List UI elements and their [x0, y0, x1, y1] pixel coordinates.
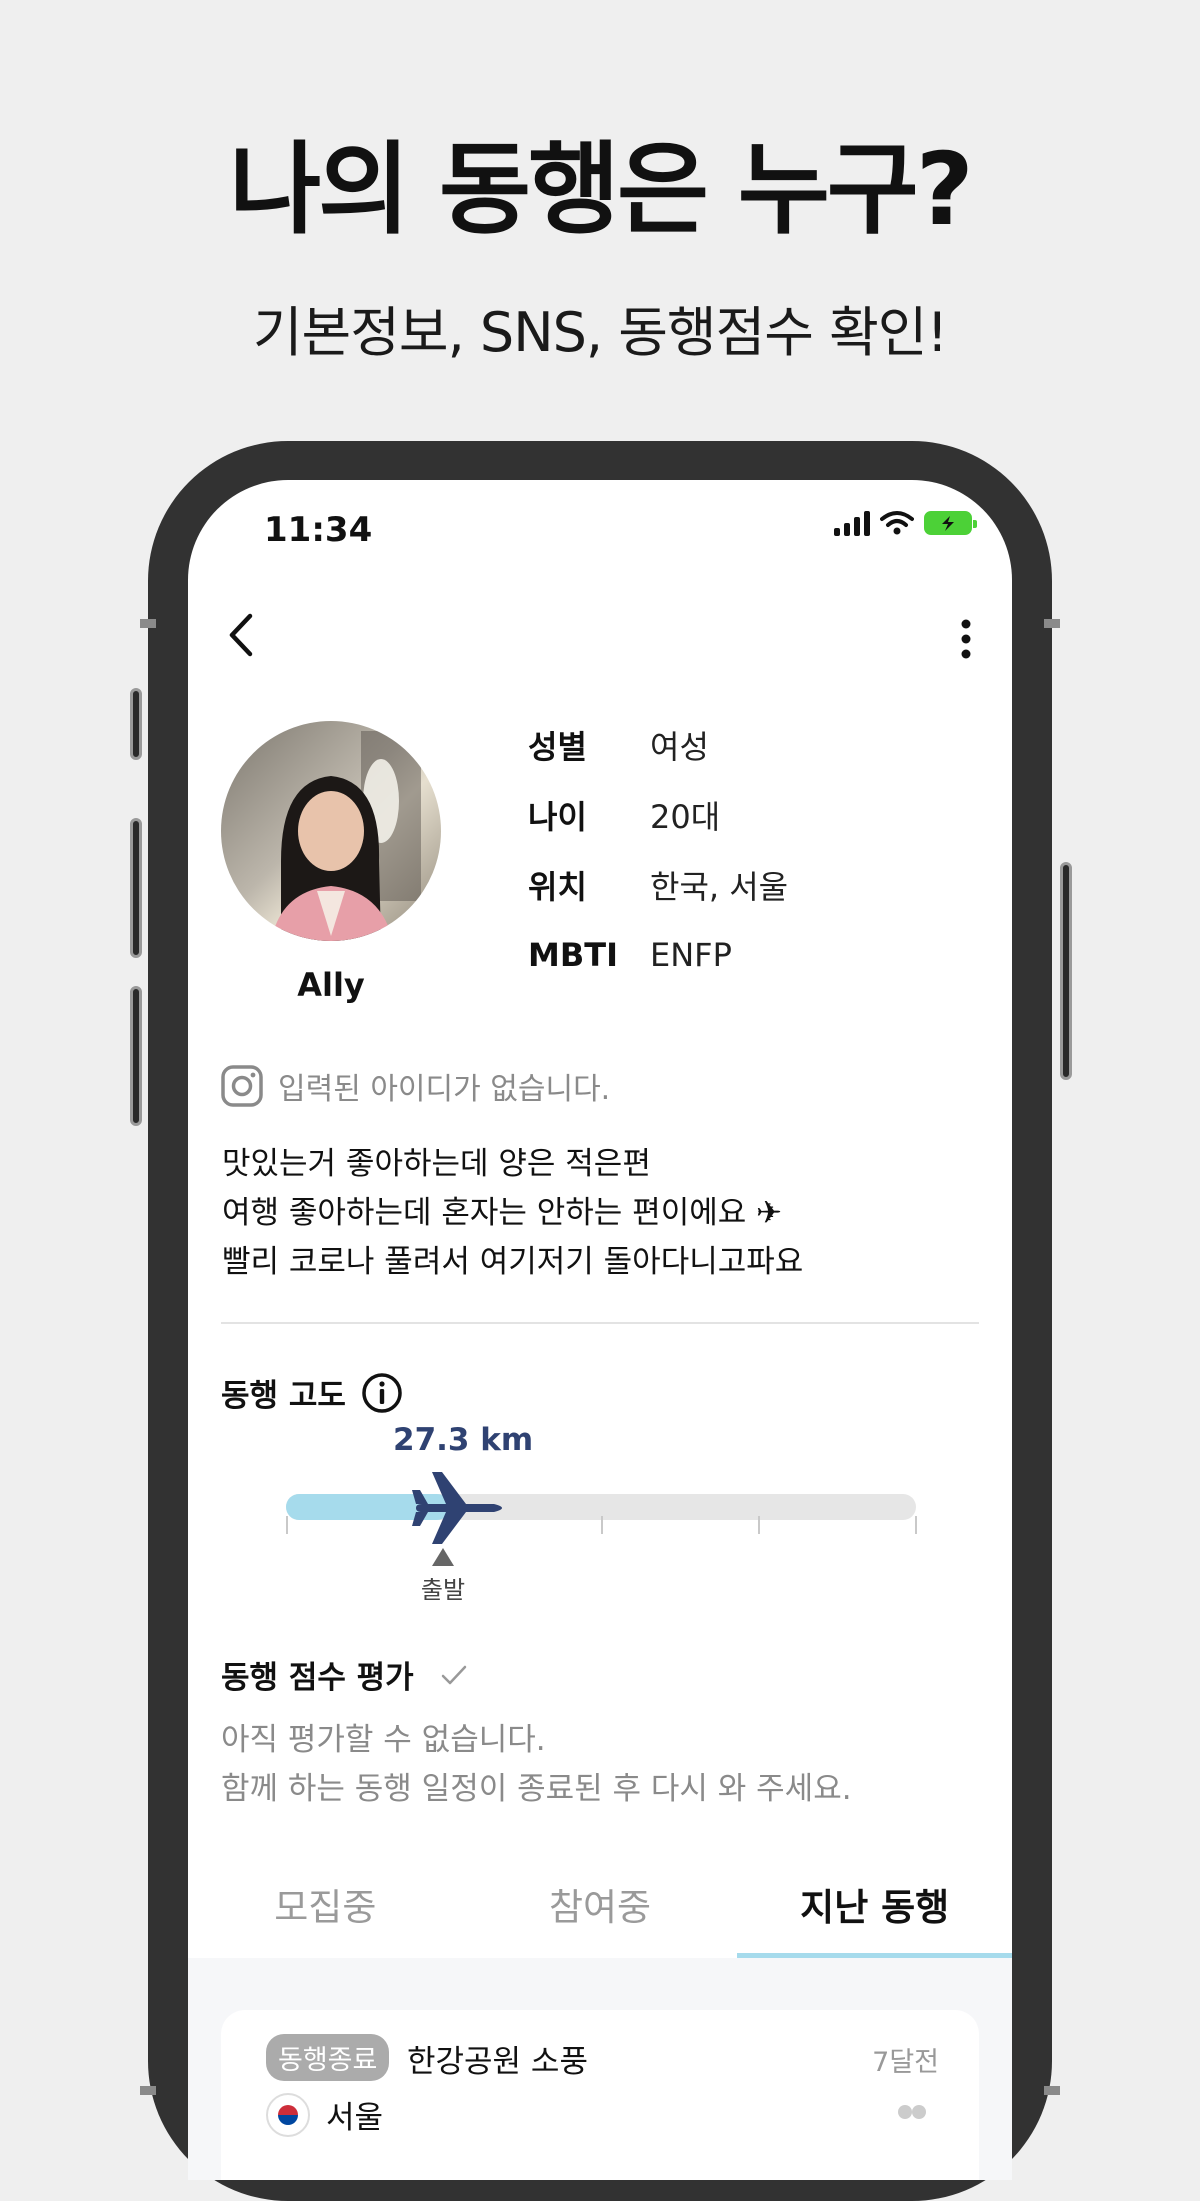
- info-icon[interactable]: [360, 1371, 404, 1415]
- altitude-tick: [758, 1516, 760, 1534]
- altitude-tick: [915, 1516, 917, 1534]
- start-label: 출발: [420, 1576, 466, 1604]
- info-value: ENFP: [650, 936, 732, 974]
- instagram-row[interactable]: 입력된 아이디가 없습니다.: [220, 1064, 610, 1108]
- nickname: Ally: [297, 966, 365, 1004]
- info-row-gender: 성별 여성: [528, 710, 788, 780]
- wifi-icon: [880, 511, 914, 535]
- antenna-band: [140, 619, 156, 628]
- promo-subtitle: 기본정보, SNS, 동행점수 확인!: [252, 301, 948, 364]
- check-icon: [441, 1665, 466, 1684]
- bio-line: 맛있는거 좋아하는데 양은 적은편: [222, 1146, 651, 1182]
- info-label: MBTI: [528, 936, 618, 974]
- status-time: 11:34: [264, 510, 373, 550]
- antenna-band: [140, 2086, 156, 2095]
- people-icon: [898, 2105, 926, 2119]
- info-label: 성별: [528, 728, 587, 766]
- trip-title: 한강공원 소풍: [407, 2044, 588, 2080]
- avatar: [221, 721, 441, 941]
- more-options-icon[interactable]: [958, 615, 974, 665]
- trip-tabs: 모집중 참여중 지난 동행: [188, 1850, 1012, 1958]
- altitude-header: 동행 고도: [221, 1370, 404, 1415]
- altitude-value: 27.3 km: [393, 1422, 534, 1458]
- altitude-title: 동행 고도: [221, 1378, 346, 1414]
- antenna-band: [1044, 2086, 1060, 2095]
- bio-line: 빨리 코로나 풀려서 여기저기 돌아다니고파요: [222, 1244, 804, 1280]
- status-badge: 동행종료: [266, 2034, 390, 2081]
- info-value: 한국, 서울: [650, 868, 789, 906]
- phone-screen: 11:34 Ally 성별 여성 나이 20대 위치 한국, 서울 MBTI E…: [188, 480, 1012, 2180]
- promo-title: 나의 동행은 누구?: [229, 131, 974, 248]
- antenna-band: [1044, 619, 1060, 628]
- profile-info: 성별 여성 나이 20대 위치 한국, 서울 MBTI ENFP: [528, 710, 788, 990]
- tab-past-trips[interactable]: 지난 동행: [737, 1850, 1012, 1958]
- start-marker-icon: [432, 1548, 454, 1566]
- score-message-line: 함께 하는 동행 일정이 종료된 후 다시 와 주세요.: [221, 1771, 852, 1807]
- info-row-location: 위치 한국, 서울: [528, 850, 788, 920]
- bio-line: 여행 좋아하는데 혼자는 안하는 편이에요 ✈: [222, 1195, 783, 1231]
- altitude-tick: [601, 1516, 603, 1534]
- mute-switch: [130, 688, 142, 760]
- score-message-line: 아직 평가할 수 없습니다.: [221, 1722, 546, 1758]
- volume-up-button: [130, 818, 142, 958]
- tab-participating[interactable]: 참여중: [463, 1850, 738, 1958]
- info-row-age: 나이 20대: [528, 780, 788, 850]
- score-header[interactable]: 동행 점수 평가: [221, 1652, 468, 1697]
- altitude-tick: [286, 1516, 288, 1534]
- trip-card[interactable]: 동행종료 한강공원 소풍 7달전 서울: [221, 2010, 979, 2180]
- info-value: 20대: [650, 798, 721, 836]
- trip-time-ago: 7달전: [872, 2047, 939, 2078]
- status-icons: [834, 510, 977, 536]
- airplane-icon: [412, 1472, 502, 1544]
- divider: [221, 1322, 979, 1324]
- info-label: 나이: [528, 798, 587, 836]
- info-value: 여성: [650, 728, 709, 766]
- info-label: 위치: [528, 868, 587, 906]
- power-button: [1060, 862, 1072, 1080]
- score-message: 아직 평가할 수 없습니다. 함께 하는 동행 일정이 종료된 후 다시 와 주…: [221, 1716, 852, 1814]
- battery-icon: [924, 511, 977, 535]
- bio: 맛있는거 좋아하는데 양은 적은편 여행 좋아하는데 혼자는 안하는 편이에요 …: [222, 1140, 803, 1287]
- instagram-text: 입력된 아이디가 없습니다.: [278, 1072, 611, 1107]
- trip-location: 서울: [266, 2092, 383, 2137]
- info-row-mbti: MBTI ENFP: [528, 920, 788, 990]
- volume-down-button: [130, 986, 142, 1126]
- score-title: 동행 점수 평가: [221, 1660, 414, 1696]
- trip-location-label: 서울: [326, 2100, 384, 2136]
- back-arrow-icon[interactable]: [222, 610, 262, 660]
- instagram-icon: [221, 1065, 263, 1107]
- signal-icon: [834, 510, 870, 536]
- tab-recruiting[interactable]: 모집중: [188, 1850, 463, 1958]
- korea-flag-icon: [266, 2092, 310, 2137]
